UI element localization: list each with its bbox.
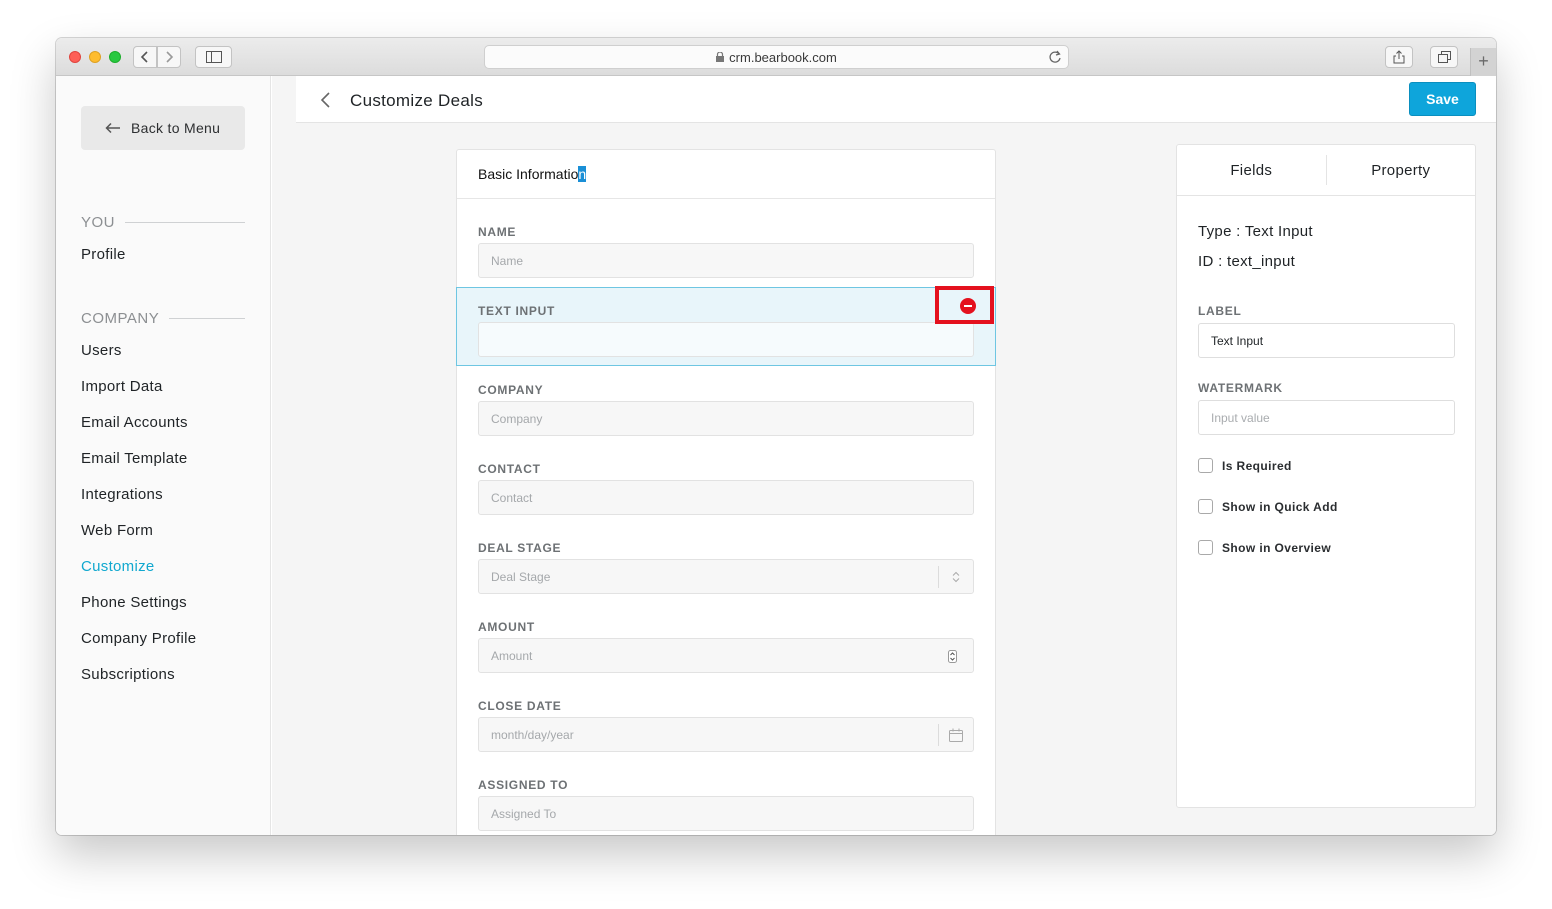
plus-icon: + — [1478, 51, 1489, 71]
browser-back-button[interactable] — [133, 46, 157, 68]
browser-toolbar: crm.bearbook.com + — [56, 38, 1496, 76]
sidebar-item-users[interactable]: Users — [81, 342, 122, 359]
form-preview-card: Basic Informatio n NAME Name TEXT INPUT C… — [456, 149, 996, 835]
assigned-to-input[interactable]: Assigned To — [478, 796, 974, 831]
field-label: TEXT INPUT — [478, 304, 556, 318]
sidebar-item-integrations[interactable]: Integrations — [81, 486, 163, 503]
field-label: DEAL STAGE — [478, 541, 562, 555]
share-icon — [1393, 50, 1405, 64]
contact-input[interactable]: Contact — [478, 480, 974, 515]
form-field-name[interactable]: NAME Name — [457, 209, 995, 288]
new-tab-button[interactable]: + — [1470, 48, 1496, 76]
checkbox-box[interactable] — [1198, 458, 1213, 473]
reload-icon[interactable] — [1048, 50, 1062, 64]
section-you-heading: YOU — [81, 214, 245, 231]
sidebar-item-profile[interactable]: Profile — [81, 246, 126, 263]
calendar-icon[interactable] — [938, 724, 973, 746]
section-title[interactable]: Basic Informatio n — [457, 150, 995, 199]
sidebar-item-email-accounts[interactable]: Email Accounts — [81, 414, 188, 431]
field-label: NAME — [478, 225, 517, 239]
sidebar-item-phone-settings[interactable]: Phone Settings — [81, 594, 187, 611]
remove-circle-icon[interactable] — [960, 298, 976, 314]
field-label: ASSIGNED TO — [478, 778, 569, 792]
sidebar-icon — [205, 51, 222, 63]
main-content: Customize Deals Save Basic Informatio n N… — [272, 76, 1496, 835]
amount-placeholder: Amount — [491, 648, 533, 663]
tab-property[interactable]: Property — [1325, 155, 1476, 185]
checkbox-label: Is Required — [1222, 458, 1292, 473]
field-label: COMPANY — [478, 383, 544, 397]
browser-forward-button[interactable] — [157, 46, 181, 68]
is-required-checkbox[interactable]: Is Required — [1198, 458, 1292, 473]
field-label: AMOUNT — [478, 620, 535, 634]
remove-field-highlight — [935, 286, 994, 324]
sidebar-toggle-button[interactable] — [195, 46, 232, 68]
label-heading: LABEL — [1198, 304, 1242, 318]
sidebar-item-subscriptions[interactable]: Subscriptions — [81, 666, 175, 683]
select-arrows-icon — [938, 566, 973, 588]
text-input-field[interactable] — [478, 322, 974, 357]
form-field-text-input[interactable]: TEXT INPUT — [456, 286, 996, 366]
company-input[interactable]: Company — [478, 401, 974, 436]
minimize-window-button[interactable] — [89, 51, 101, 63]
form-field-company[interactable]: COMPANY Company — [457, 367, 995, 446]
share-button[interactable] — [1385, 46, 1413, 68]
watermark-input[interactable]: Input value — [1198, 400, 1455, 435]
page-title: Customize Deals — [350, 91, 483, 110]
watermark-heading: WATERMARK — [1198, 381, 1283, 395]
form-field-contact[interactable]: CONTACT Contact — [457, 446, 995, 525]
deal-stage-select[interactable]: Deal Stage — [478, 559, 974, 594]
panel-tabs: Fields Property — [1177, 145, 1475, 196]
settings-sidebar: Back to Menu YOU Profile COMPANY Users I… — [56, 76, 271, 835]
sidebar-item-customize[interactable]: Customize — [81, 558, 155, 575]
form-field-amount[interactable]: AMOUNT Amount — [457, 604, 995, 683]
checkbox-label: Show in Quick Add — [1222, 499, 1338, 514]
close-date-input[interactable]: month/day/year — [478, 717, 974, 752]
arrow-left-icon — [105, 122, 120, 134]
tabs-icon — [1437, 51, 1451, 63]
chevron-right-icon — [166, 51, 174, 63]
back-to-menu-button[interactable]: Back to Menu — [81, 106, 245, 150]
close-window-button[interactable] — [69, 51, 81, 63]
browser-window: crm.bearbook.com + Back to Menu YOU Prof… — [56, 38, 1496, 835]
back-to-menu-label: Back to Menu — [131, 120, 221, 136]
checkbox-box[interactable] — [1198, 499, 1213, 514]
tab-fields[interactable]: Fields — [1177, 145, 1326, 195]
section-title-selected-text: n — [578, 166, 587, 182]
number-spinner-icon[interactable] — [948, 650, 957, 663]
page-header: Customize Deals Save — [296, 76, 1496, 123]
maximize-window-button[interactable] — [109, 51, 121, 63]
tabs-overview-button[interactable] — [1430, 46, 1458, 68]
close-date-placeholder: month/day/year — [491, 727, 574, 742]
property-panel: Fields Property Type : Text Input ID : t… — [1176, 144, 1476, 808]
show-in-quick-add-checkbox[interactable]: Show in Quick Add — [1198, 499, 1338, 514]
chevron-left-icon — [140, 51, 148, 63]
address-bar[interactable]: crm.bearbook.com — [484, 45, 1069, 69]
back-chevron-icon[interactable] — [320, 91, 332, 109]
sidebar-item-email-template[interactable]: Email Template — [81, 450, 187, 467]
show-in-overview-checkbox[interactable]: Show in Overview — [1198, 540, 1331, 555]
form-field-close-date[interactable]: CLOSE DATE month/day/year — [457, 683, 995, 762]
name-input[interactable]: Name — [478, 243, 974, 278]
field-label: CLOSE DATE — [478, 699, 562, 713]
sidebar-item-import-data[interactable]: Import Data — [81, 378, 163, 395]
amount-input[interactable]: Amount — [478, 638, 974, 673]
form-field-assigned-to[interactable]: ASSIGNED TO Assigned To — [457, 762, 995, 835]
field-id-text: ID : text_input — [1198, 253, 1296, 270]
lock-icon — [716, 52, 725, 62]
field-type-text: Type : Text Input — [1198, 223, 1313, 240]
sidebar-item-web-form[interactable]: Web Form — [81, 522, 153, 539]
label-input[interactable]: Text Input — [1198, 323, 1455, 358]
save-button[interactable]: Save — [1409, 82, 1476, 116]
checkbox-box[interactable] — [1198, 540, 1213, 555]
deal-stage-placeholder: Deal Stage — [491, 569, 551, 584]
section-company-heading: COMPANY — [81, 310, 245, 327]
sidebar-item-company-profile[interactable]: Company Profile — [81, 630, 196, 647]
address-text: crm.bearbook.com — [729, 49, 837, 65]
field-label: CONTACT — [478, 462, 541, 476]
section-title-text: Basic Informatio — [478, 166, 579, 182]
form-field-deal-stage[interactable]: DEAL STAGE Deal Stage — [457, 525, 995, 604]
checkbox-label: Show in Overview — [1222, 540, 1332, 555]
